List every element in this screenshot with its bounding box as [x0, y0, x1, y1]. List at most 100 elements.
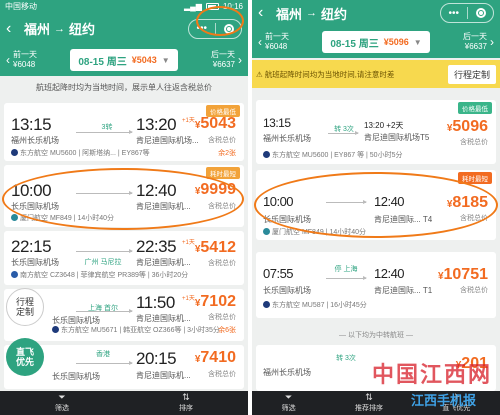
- sort-icon: ⇅: [182, 392, 190, 402]
- more-icon[interactable]: •••: [448, 8, 459, 19]
- departure-time: 10:00: [263, 194, 294, 209]
- airline-logo-icon: [52, 326, 59, 333]
- departure-time: 10:00: [11, 181, 52, 200]
- flight-card[interactable]: 22:15 长乐国际机场 广州 马尼拉 22:35 +1天 肯尼迪国际机... …: [4, 231, 244, 285]
- date-selector[interactable]: 08-15 周三 ¥5043 ▼: [70, 49, 178, 71]
- header: ‹ 福州 → 纽约 •••: [0, 13, 248, 44]
- arrival-airport: 肯尼迪国际... T1: [374, 286, 433, 295]
- destination-city: 纽约: [69, 22, 96, 37]
- sort-button[interactable]: ⇅ 排序: [179, 393, 193, 413]
- close-miniapp-icon[interactable]: [476, 8, 486, 18]
- stop-info: 3转: [101, 124, 113, 131]
- departure-airport: 长乐国际机场: [11, 258, 59, 267]
- sort-button[interactable]: ⇅ 推荐排序: [355, 393, 383, 413]
- airline-logo-icon: [263, 151, 270, 158]
- funnel-icon: ⏷: [285, 392, 293, 402]
- date-bar: ‹ 前一天 ¥6048 08-15 周三 ¥5043 ▼ 后一天 ¥6637 ›: [0, 44, 248, 76]
- arrival-time: 11:50: [136, 293, 175, 312]
- stop-info: 停 上海: [334, 266, 358, 273]
- sort-icon: ⇅: [365, 392, 373, 402]
- flight-price: ¥7410: [194, 349, 236, 366]
- arrival-airport: 肯尼迪国际机...: [136, 258, 191, 267]
- tax-note: 含税总价: [208, 314, 236, 321]
- flight-card[interactable]: 价格最低 13:15 福州长乐机场 转 3次 13:20 +2天 肯尼迪国际机场…: [256, 100, 496, 164]
- flight-price: ¥10751: [437, 266, 488, 283]
- selected-date-price: ¥5096: [383, 37, 409, 47]
- next-day-button[interactable]: 后一天 ¥6637 ›: [211, 50, 242, 70]
- departure-time: 13:15: [11, 115, 52, 134]
- close-miniapp-icon[interactable]: [224, 23, 234, 34]
- flight-card[interactable]: 耗时最短 10:00 长乐国际机场 12:40 肯尼迪国际... T4 ¥818…: [256, 170, 496, 240]
- departure-time: 13:15: [263, 116, 291, 130]
- notice-text: ⚠ 航班起降时间均为当地时间,请注意时差: [256, 69, 395, 79]
- tax-note: 含税总价: [208, 260, 236, 267]
- stop-info: 广州 马尼拉: [84, 259, 122, 266]
- departure-time: 07:55: [263, 266, 294, 281]
- date-selector[interactable]: 08-15 周三 ¥5096 ▼: [322, 31, 430, 53]
- next-day-button[interactable]: 后一天 ¥6637 ›: [463, 32, 494, 52]
- bottom-toolbar: ⏷ 筛选 ⇅ 排序: [0, 391, 248, 415]
- prev-day-button[interactable]: ‹ 前一天 ¥6048: [258, 32, 289, 52]
- flight-card[interactable]: 07:55 长乐国际机场 停 上海 12:40 肯尼迪国际... T1 ¥107…: [256, 252, 496, 318]
- watermark-logo: 中国江西网: [371, 362, 492, 388]
- origin-city: 福州: [24, 22, 51, 37]
- destination-city: 纽约: [321, 6, 348, 22]
- watermark-text: 江西手机报: [410, 393, 476, 408]
- date-bar: ‹ 前一天 ¥6048 08-15 周三 ¥5096 ▼ 后一天 ¥6637 ›: [252, 26, 500, 58]
- signal-icon: ▂▄▆: [183, 2, 202, 11]
- flight-card[interactable]: 耗时最短 10:00 长乐国际机场 12:40 肯尼迪国际机... ¥9999 …: [4, 165, 244, 227]
- filter-button[interactable]: ⏷ 筛选: [282, 393, 296, 413]
- route-arrow: →: [54, 22, 66, 35]
- selected-date-price: ¥5043: [131, 55, 157, 65]
- more-icon[interactable]: •••: [196, 23, 207, 34]
- tax-note: 含税总价: [460, 215, 488, 222]
- next-day-price: ¥6637: [464, 42, 487, 51]
- chevron-right-icon: ›: [490, 35, 494, 49]
- airline-info: 南方航空 CZ3648 | 菲律宾航空 PR389等 | 36小时20分: [11, 270, 188, 280]
- departure-time: 22:15: [11, 237, 52, 256]
- next-day-price: ¥6637: [212, 60, 235, 69]
- filter-button[interactable]: ⏷ 筛选: [55, 393, 69, 413]
- flight-card[interactable]: 价格最低 13:15 福州长乐机场 3转 13:20 +1天 肯尼迪国际机场..…: [4, 103, 244, 161]
- prev-day-button[interactable]: ‹ 前一天 ¥6048: [6, 50, 37, 70]
- fastest-badge: 耗时最短: [206, 167, 240, 179]
- chevron-left-icon: ‹: [258, 35, 262, 49]
- tax-note: 含税总价: [460, 139, 488, 146]
- arrival-airport: 肯尼迪国际机...: [136, 314, 191, 323]
- clock: 10:16: [222, 2, 243, 11]
- back-button[interactable]: ‹: [6, 20, 24, 37]
- tax-note: 含税总价: [208, 203, 236, 210]
- carrier-label: 中国移动: [5, 2, 37, 11]
- departure-airport: 长乐国际机场: [263, 286, 311, 295]
- prev-day-price: ¥6048: [13, 60, 36, 69]
- airline-info: 东方航空 MU5671 | 韩亚航空 OZ366等 | 3小时35分: [52, 325, 220, 335]
- direct-first-button[interactable]: 直飞优先: [6, 338, 44, 376]
- tax-note: 含税总价: [460, 287, 488, 294]
- departure-airport: 长乐国际机场: [263, 215, 311, 224]
- selected-date: 08-15 周三: [78, 56, 127, 68]
- trip-custom-button[interactable]: 行程定制: [6, 288, 44, 326]
- chevron-left-icon: ‹: [6, 53, 10, 67]
- warning-icon: ⚠: [256, 69, 265, 79]
- arrival-time: 22:35: [136, 237, 177, 256]
- battery-icon: [205, 3, 219, 10]
- selected-date: 08-15 周三: [330, 38, 379, 50]
- miniapp-capsule[interactable]: •••: [188, 18, 242, 39]
- cheapest-badge: 价格最低: [458, 102, 492, 114]
- back-button[interactable]: ‹: [258, 5, 276, 21]
- miniapp-capsule[interactable]: •••: [440, 3, 494, 23]
- stop-info: 香港: [96, 351, 110, 358]
- origin-city: 福州: [276, 6, 303, 22]
- next-day-label: 后一天: [211, 50, 235, 59]
- airline-info: 厦门航空 MF849 | 14小时40分: [263, 227, 366, 237]
- arrival-airport: 肯尼迪国际... T4: [374, 215, 433, 224]
- departure-airport: 福州长乐机场: [11, 136, 59, 145]
- tax-note: 含税总价: [208, 371, 236, 378]
- next-day-tag: +1天: [182, 240, 195, 246]
- trip-custom-button[interactable]: 行程定制: [447, 64, 496, 84]
- arrival-time: 12:40: [136, 181, 177, 200]
- seats-left: 余2张: [218, 150, 236, 157]
- status-bar: 中国移动 ▂▄▆ 10:16: [0, 0, 248, 13]
- airline-logo-icon: [11, 214, 18, 221]
- arrival-time: 13:20 +2天: [364, 121, 404, 130]
